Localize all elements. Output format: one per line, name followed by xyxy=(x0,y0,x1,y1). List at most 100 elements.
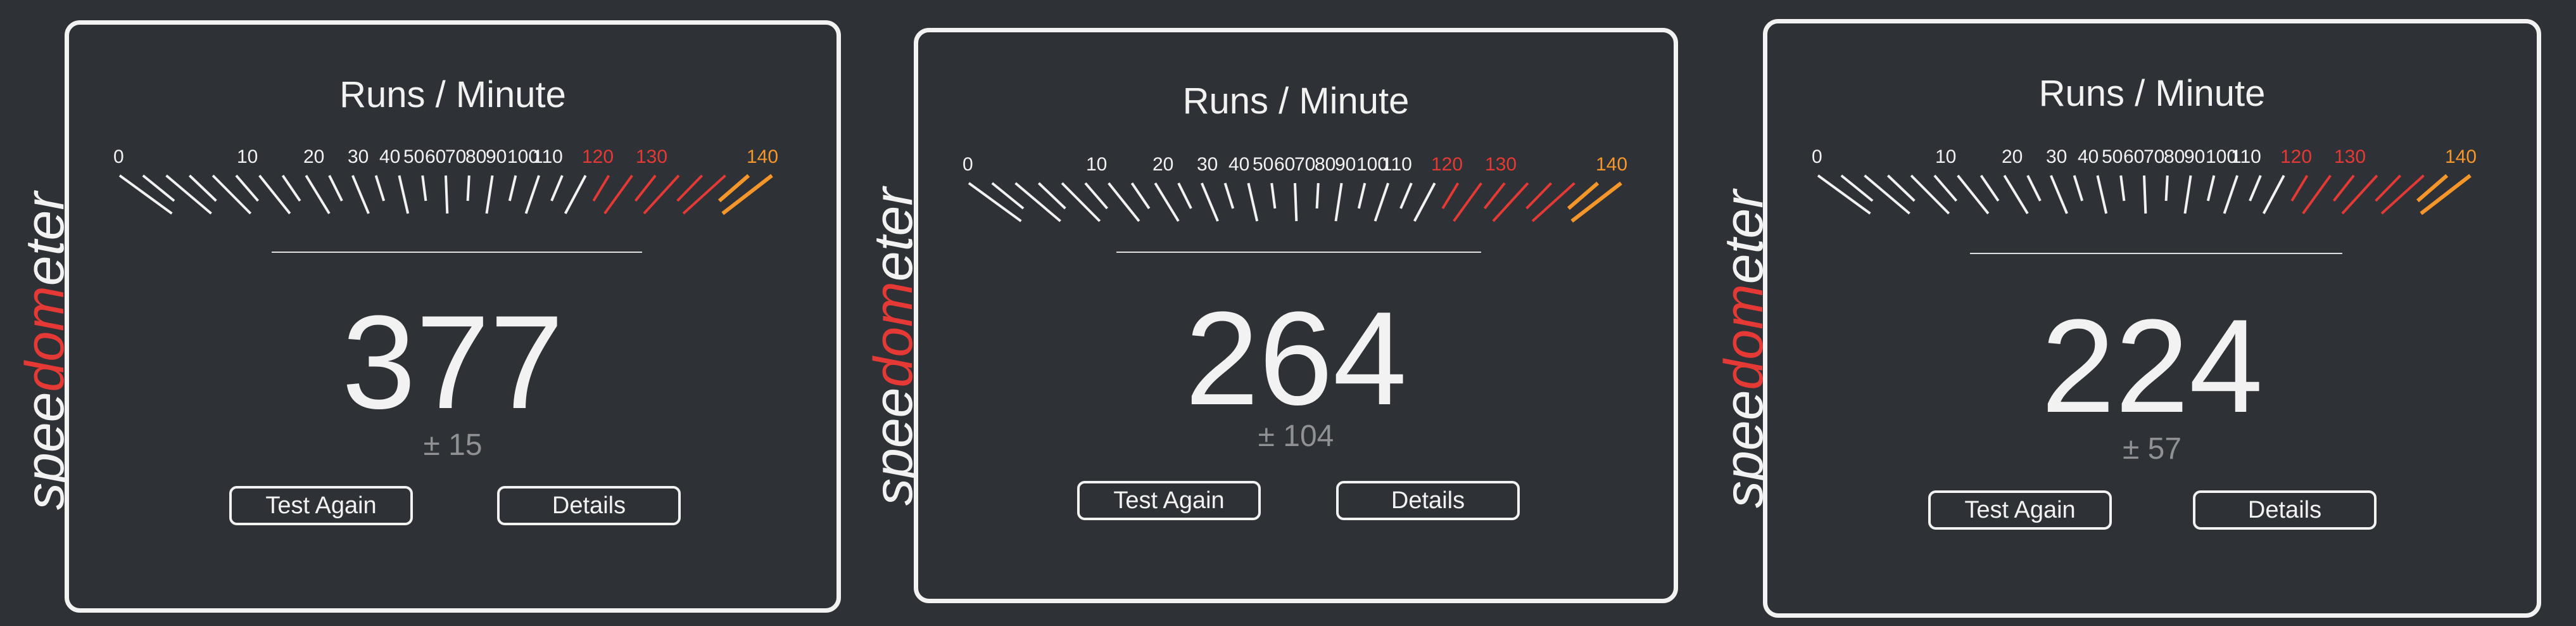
result-panel-3: Runs / Minute 0 10 20 30 40 50 60 70 80 90 100 110 1… xyxy=(1763,19,2541,618)
gauge-needle xyxy=(2206,175,2216,201)
gauge-needle xyxy=(328,175,343,201)
gauge-needle xyxy=(1201,182,1219,222)
gauge-needle xyxy=(550,175,564,201)
gauge-needle xyxy=(524,175,541,214)
test-again-button[interactable]: Test Again xyxy=(1928,490,2112,530)
gauge-needle xyxy=(2249,175,2262,201)
speed-gauge: 0 10 20 30 40 50 60 70 80 90 100 110 120 130 140 xyxy=(113,137,810,220)
details-button[interactable]: Details xyxy=(497,486,681,525)
gauge-tick-label: 120 xyxy=(2280,146,2312,167)
score-value: 377 xyxy=(341,288,564,437)
gauge-tick-label: 90 xyxy=(1335,154,1356,175)
gauge-tick-label: 40 xyxy=(379,146,400,167)
score-error: ± 104 xyxy=(1258,419,1334,453)
gauge-tick-label: 80 xyxy=(1315,154,1335,175)
gauge-needle xyxy=(1154,182,1180,222)
gauge-tick-label: 20 xyxy=(303,146,324,167)
gauge-needle xyxy=(1247,182,1259,222)
gauge-needle xyxy=(1315,182,1320,209)
gauge-tick-label: 70 xyxy=(445,146,466,167)
gauge-tick-label: 40 xyxy=(2078,146,2099,167)
result-panel-1: Runs / Minute 0 10 20 30 40 50 60 70 80 90 100 110 1… xyxy=(65,20,841,613)
gauge-needle xyxy=(1531,182,1575,222)
score-value: 224 xyxy=(2041,291,2263,440)
gauge-tick-label: 140 xyxy=(747,146,778,167)
gauge-needle xyxy=(682,174,726,215)
gauge-needle xyxy=(2003,174,2029,215)
gauge-needle xyxy=(2375,174,2402,202)
gauge-tick-label: 20 xyxy=(1152,154,1173,175)
test-again-button[interactable]: Test Again xyxy=(229,486,413,525)
gauge-needle xyxy=(1864,174,1910,215)
gauge-needle xyxy=(2380,174,2425,215)
gauge-needle xyxy=(1399,182,1413,209)
gauge-tick-label: 70 xyxy=(1294,154,1315,175)
speed-gauge-svg: 0 10 20 30 40 50 60708090 100110 120 130 140 xyxy=(113,146,778,215)
gauge-tick-label: 110 xyxy=(2231,146,2261,167)
gauge-tick-label: 0 xyxy=(963,154,973,175)
speed-gauge-svg: 0 10 20 30 40 50 60708090 100110 120 130 140 xyxy=(963,154,1627,223)
details-button[interactable]: Details xyxy=(1336,481,1520,520)
gauge-needle xyxy=(2420,174,2472,215)
gauge-needle xyxy=(1223,182,1235,209)
gauge-needle xyxy=(2302,174,2332,215)
gauge-needles xyxy=(968,181,1622,223)
score-error: ± 57 xyxy=(2122,432,2182,466)
score-value: 264 xyxy=(1185,284,1407,433)
gauge-tick-label: 10 xyxy=(1086,154,1107,175)
gauge-needle xyxy=(2164,175,2169,201)
gauge-needle xyxy=(421,175,427,201)
gauge-needle xyxy=(1570,181,1622,223)
score-error: ± 15 xyxy=(423,428,483,462)
gauge-tick-label: 80 xyxy=(465,146,486,167)
gauge-needles xyxy=(1817,174,2472,215)
panel-divider xyxy=(1970,253,2342,254)
gauge-tick-label: 90 xyxy=(2184,146,2205,167)
speed-gauge-svg: 0 10 20 30 40 50 60708090 100110 120 130 140 xyxy=(1812,146,2477,215)
gauge-needle xyxy=(968,182,1022,222)
gauge-needle xyxy=(1084,182,1109,210)
test-again-button[interactable]: Test Again xyxy=(1077,481,1261,520)
gauge-needle xyxy=(305,174,331,215)
gauge-tick-label: 20 xyxy=(2002,146,2023,167)
gauge-needle xyxy=(2332,174,2355,202)
panel-divider xyxy=(1116,252,1481,253)
gauge-tick-label: 50 xyxy=(1253,154,1273,175)
gauge-needle xyxy=(1130,182,1151,210)
gauge-tick-label: 140 xyxy=(2445,146,2477,167)
gauge-needle xyxy=(2290,174,2309,202)
details-button[interactable]: Details xyxy=(2193,490,2377,530)
speedometer-results-stage: speedometer Runs / Minute 0 10 20 30 40 50 60 7… xyxy=(0,0,2576,626)
gauge-tick-label: 10 xyxy=(1935,146,1956,167)
gauge-needle xyxy=(2143,175,2147,214)
gauge-needle xyxy=(2096,175,2108,214)
gauge-needle xyxy=(281,174,301,202)
gauge-needle xyxy=(212,174,252,215)
gauge-needles xyxy=(118,174,773,215)
gauge-needle xyxy=(1373,182,1390,222)
gauge-tick-label: 50 xyxy=(2102,146,2123,167)
gauge-needle xyxy=(1525,182,1553,210)
gauge-needle xyxy=(564,175,587,214)
speed-gauge: 0 10 20 30 40 50 60 70 80 90 100 110 120 130 140 xyxy=(963,145,1659,227)
gauge-tick-label: 60 xyxy=(1274,154,1295,175)
gauge-needle xyxy=(1453,182,1482,222)
gauge-needle xyxy=(1014,182,1061,222)
gauge-needle xyxy=(2050,175,2068,214)
gauge-tick-label: 0 xyxy=(113,146,124,167)
gauge-needle xyxy=(1294,182,1298,222)
gauge-tick-label: 10 xyxy=(237,146,258,167)
gauge-needle xyxy=(1492,182,1529,222)
gauge-needle xyxy=(235,174,260,202)
gauge-needle xyxy=(1413,182,1436,222)
gauge-needle xyxy=(466,175,470,201)
gauge-tick-label: 80 xyxy=(2164,146,2185,167)
gauge-tick-label: 0 xyxy=(1812,146,1822,167)
panel-divider xyxy=(272,252,642,253)
gauge-needle xyxy=(634,174,657,202)
panel-title: Runs / Minute xyxy=(2038,73,2266,114)
gauge-needle xyxy=(1933,174,1958,202)
gauge-tick-label: 50 xyxy=(403,146,424,167)
gauge-tick-label: 60 xyxy=(425,146,446,167)
gauge-needle xyxy=(2183,175,2192,214)
